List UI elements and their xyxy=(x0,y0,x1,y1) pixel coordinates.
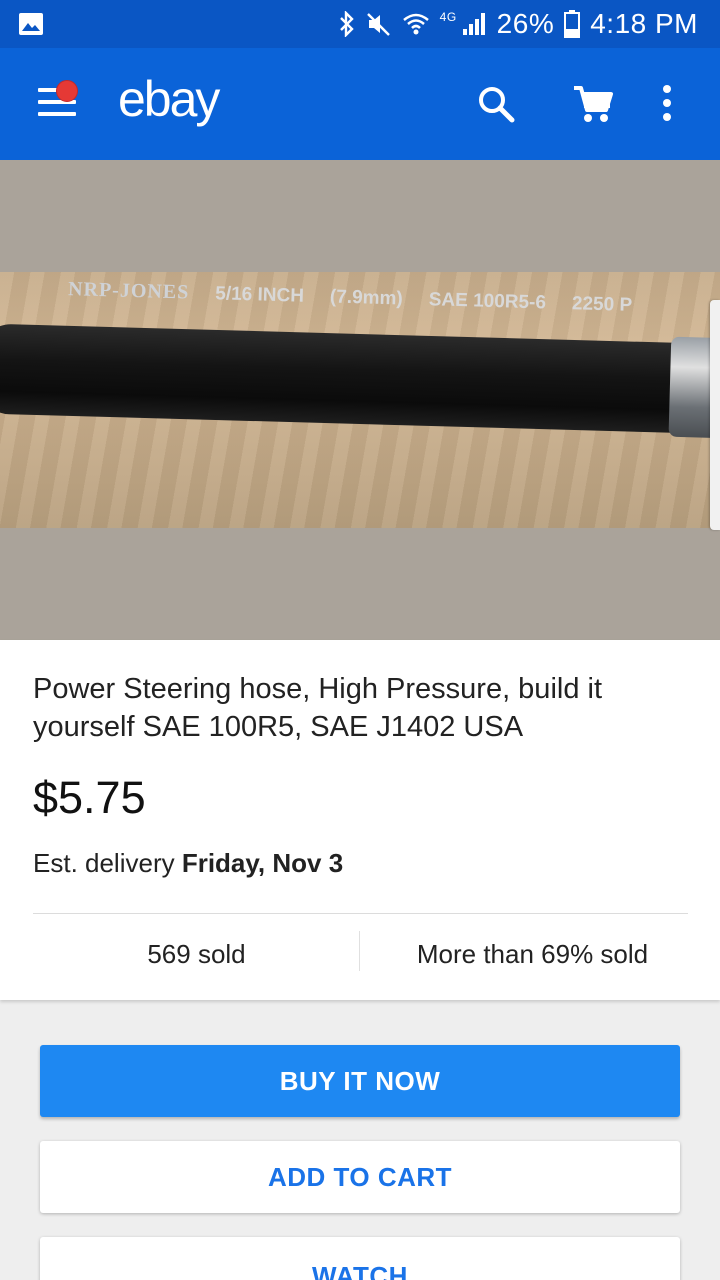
mute-icon xyxy=(366,11,392,37)
battery-icon xyxy=(564,10,581,38)
listing-details: Power Steering hose, High Pressure, buil… xyxy=(0,640,720,1000)
listing-price: $5.75 xyxy=(33,772,146,823)
bluetooth-icon xyxy=(338,11,356,37)
image-next-handle[interactable] xyxy=(710,300,720,530)
wifi-icon xyxy=(402,12,430,36)
image-notification-icon xyxy=(18,12,44,41)
sold-count: 569 sold xyxy=(147,938,246,969)
sold-percent: More than 69% sold xyxy=(416,938,649,969)
delivery-date: Friday, Nov 3 xyxy=(181,848,344,878)
delivery-estimate: Est. delivery Friday, Nov 3 xyxy=(33,848,344,878)
notification-dot xyxy=(56,80,78,102)
app-bar: ebay xyxy=(0,48,720,160)
cart-icon[interactable] xyxy=(572,84,614,129)
battery-percent: 26% xyxy=(496,8,555,39)
add-to-cart-button[interactable]: ADD TO CART xyxy=(40,1141,680,1213)
sales-stats: 569 sold More than 69% sold xyxy=(0,914,720,1000)
more-vert-icon[interactable] xyxy=(660,84,674,129)
signal-icon xyxy=(461,11,487,37)
listing-title: Power Steering hose, High Pressure, buil… xyxy=(33,673,603,743)
ebay-logo[interactable]: ebay xyxy=(118,70,220,128)
network-type: 4G xyxy=(439,10,457,24)
product-image-gallery[interactable]: NRP-JONES 5/16 INCH (7.9mm) SAE 100R5-6 … xyxy=(0,160,720,640)
buy-it-now-button[interactable]: BUY IT NOW xyxy=(40,1045,680,1117)
search-icon[interactable] xyxy=(476,84,516,129)
status-bar: 4G 26% 4:18 PM xyxy=(0,0,720,48)
clock: 4:18 PM xyxy=(590,8,698,39)
watch-button[interactable]: WATCH xyxy=(40,1237,680,1280)
